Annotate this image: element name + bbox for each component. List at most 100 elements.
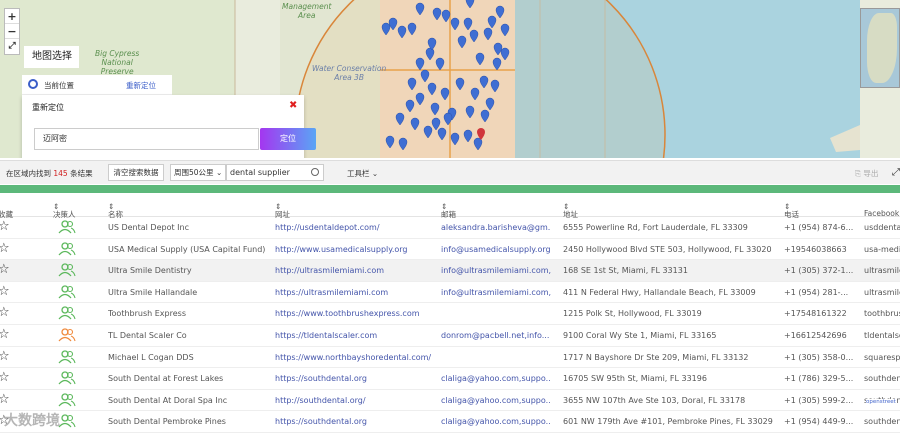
cell-address: 3655 NW 107th Ave Ste 103, Doral, FL 331… [563,395,746,405]
tools-menu[interactable]: 工具栏 ⌄ [347,168,378,179]
cell-website-link[interactable]: https://tldentalscaler.com [275,331,435,340]
cell-email[interactable]: donrom@pacbell.net,info... [441,331,551,340]
cell-facebook[interactable]: ultrasmile [864,266,900,275]
cell-name: Toothbrush Express [108,309,186,319]
table-row[interactable]: ☆ South Dental Pembroke Pines https://sout… [0,411,900,433]
decision-maker-icon[interactable] [58,414,76,428]
table-row[interactable]: ☆ South Dental at Forest Lakes https://sou… [0,368,900,390]
cell-name: South Dental Pembroke Pines [108,417,226,427]
map-selection-title: 地图选择 [24,46,79,68]
cell-address: 2450 Hollywood Blvd STE 503, Hollywood, … [563,244,772,254]
cell-facebook[interactable]: southdent [864,374,900,383]
locate-button[interactable]: 定位 [260,128,316,150]
decision-maker-icon[interactable] [58,285,76,299]
cell-phone: +1 (305) 358-0... [784,352,854,362]
table-row[interactable]: ☆ Ultra Smile Hallandale https://ultrasmil… [0,282,900,304]
cell-email[interactable]: claliga@yahoo.com,suppo... [441,417,551,426]
relocate-input[interactable]: 迈阿密 [34,128,259,150]
favorite-star-icon[interactable]: ☆ [0,241,10,256]
clear-search-button[interactable]: 清空搜索数据 [108,164,164,181]
cell-website-link[interactable]: http://www.usamedicalsupply.org [275,245,435,254]
cell-phone: +1 (305) 372-1... [784,266,854,276]
table-row[interactable]: ☆ Toothbrush Express https://www.toothbrus… [0,303,900,325]
cell-website-link[interactable]: http://southdental.org/ [275,396,435,405]
col-decision-maker[interactable]: 决策人 ⇕ [53,202,76,219]
cell-phone: +1 (305) 599-2... [784,395,854,405]
table-fullscreen-icon[interactable]: ⤢ [892,167,900,178]
cell-website-link[interactable]: https://www.northbayshoredental.com/ [275,353,435,362]
table-row[interactable]: ☆ US Dental Depot Inc http://usdentaldepot… [0,217,900,239]
result-count: 145 [53,169,68,178]
chevron-down-icon: ⌄ [215,168,223,177]
col-email[interactable]: 邮箱 ⇕ [441,202,456,219]
table-row[interactable]: ☆ USA Medical Supply (USA Capital Fund) ht… [0,239,900,261]
cell-name: Ultra Smile Dentistry [108,266,192,276]
cell-name: Ultra Smile Hallandale [108,287,198,297]
col-name[interactable]: 名称 ⇕ [108,202,123,219]
cell-facebook[interactable]: usa-medi [864,245,900,254]
keyword-search-input[interactable]: dental supplier [226,164,324,181]
cell-email[interactable]: info@usamedicalsupply.org, [441,245,551,254]
decision-maker-icon[interactable] [58,263,76,277]
export-button[interactable]: ⎘ 导出 [855,168,878,179]
cell-facebook[interactable]: toothbrus [864,309,900,318]
cell-facebook[interactable]: squarespa [864,353,900,362]
cell-email[interactable]: aleksandra.barisheva@gm... [441,223,551,232]
zoom-in-button[interactable]: + [5,9,19,24]
current-location-bar: 当前位置 重新定位 [22,75,172,95]
col-address[interactable]: 地址 ⇕ [563,202,578,219]
radius-select[interactable]: 周围50公里 ⌄ [170,164,226,181]
favorite-star-icon[interactable]: ☆ [0,305,10,320]
cell-facebook[interactable]: ultrasmile [864,288,900,297]
favorite-star-icon[interactable]: ☆ [0,219,10,234]
cell-phone: +16612542696 [784,330,847,340]
decision-maker-icon[interactable] [58,393,76,407]
cell-name: South Dental At Doral Spa Inc [108,395,228,405]
col-website[interactable]: 网址 ⇕ [275,202,290,219]
favorite-star-icon[interactable]: ☆ [0,392,10,407]
map-fullscreen-button[interactable]: ⤢ [5,39,19,54]
decision-maker-icon[interactable] [58,349,76,364]
cell-website-link[interactable]: https://southdental.org [275,374,435,383]
relocate-title: 重新定位 [32,103,64,112]
table-row[interactable]: ☆ Michael L Cogan DDS https://www.northbay… [0,347,900,369]
decision-maker-icon[interactable] [58,241,76,256]
favorite-star-icon[interactable]: ☆ [0,349,10,364]
cell-facebook[interactable]: usddenta [864,223,900,232]
cell-website-link[interactable]: http://usdentaldepot.com/ [275,223,435,232]
zoom-control: + − ⤢ [4,8,20,55]
decision-maker-icon[interactable] [58,328,76,342]
favorite-star-icon[interactable]: ☆ [0,327,10,342]
map-overview-thumbnail[interactable] [860,8,900,88]
zoom-out-button[interactable]: − [5,24,19,39]
cell-website-link[interactable]: https://ultrasmilemiami.com [275,288,435,297]
favorite-star-icon[interactable]: ☆ [0,370,10,385]
decision-maker-icon[interactable] [58,220,76,234]
cell-name: South Dental at Forest Lakes [108,374,224,384]
cell-facebook[interactable]: tldentalsc [864,331,900,340]
favorite-star-icon[interactable]: ☆ [0,262,10,277]
progress-bar [0,185,900,193]
table-row[interactable]: ☆ TL Dental Scaler Co https://tldentalscal… [0,325,900,347]
cell-website-link[interactable]: https://southdental.org [275,417,435,426]
openstreetmap-badge: openstreet [866,399,896,405]
favorite-star-icon[interactable]: ☆ [0,284,10,299]
decision-maker-icon[interactable] [58,306,76,320]
cell-facebook[interactable]: southdent [864,417,900,426]
map-label-big-cypress: Big Cypress National Preserve [95,49,140,76]
cell-email[interactable]: info@ultrasmilemiami.com, [441,288,551,297]
map-view[interactable]: + − ⤢ Management Area Big Cypress National… [0,0,900,158]
col-phone[interactable]: 电话 ⇕ [784,202,799,219]
close-icon[interactable]: ✖ [289,100,297,111]
cell-website-link[interactable]: http://ultrasmilemiami.com [275,266,435,275]
cell-website-link[interactable]: https://www.toothbrushexpress.com [275,309,435,318]
cell-email[interactable]: info@ultrasmilemiami.com, [441,266,551,275]
reset-location-link[interactable]: 重新定位 [126,80,156,91]
table-row[interactable]: ☆ South Dental At Doral Spa Inc http://sou… [0,390,900,412]
export-icon: ⎘ [855,169,861,178]
decision-maker-icon[interactable] [58,371,76,385]
table-row[interactable]: ☆ Ultra Smile Dentistry http://ultrasmilem… [0,260,900,282]
cell-email[interactable]: claliga@yahoo.com,suppo... [441,396,551,405]
search-icon[interactable] [311,168,319,176]
cell-email[interactable]: claliga@yahoo.com,suppo... [441,374,551,383]
